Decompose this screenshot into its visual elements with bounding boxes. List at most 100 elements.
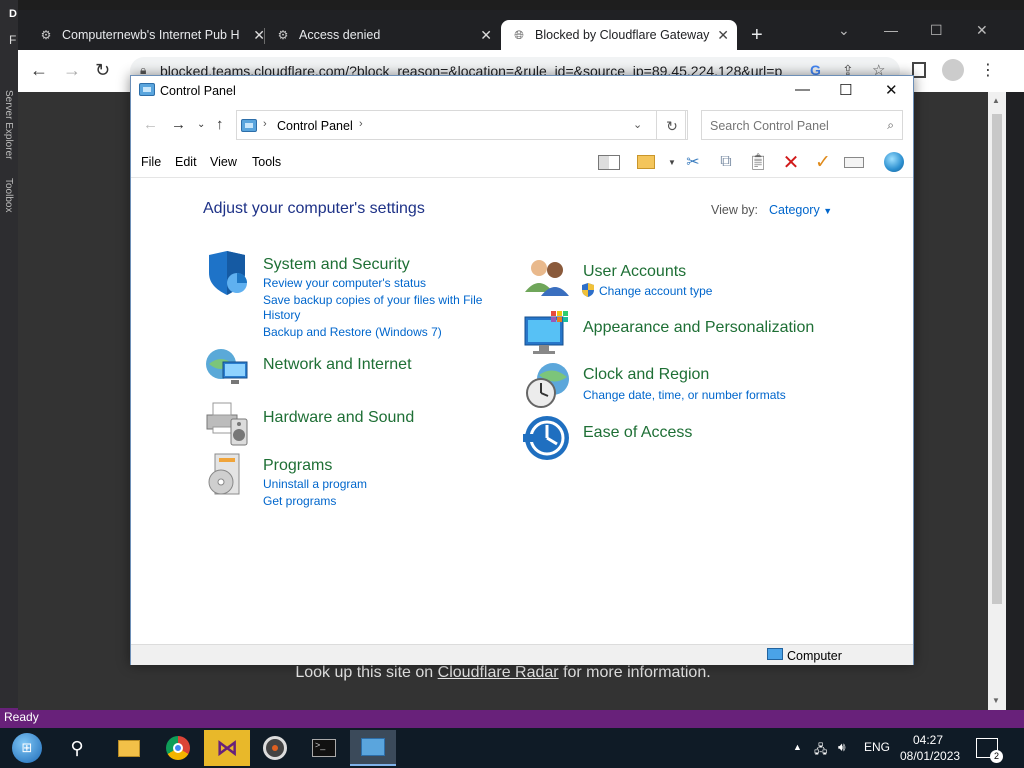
cp-close-icon[interactable]: ✕ bbox=[885, 81, 898, 99]
folder-icon bbox=[118, 739, 140, 757]
cp-maximize-icon[interactable]: ☐ bbox=[839, 81, 852, 99]
rename-icon[interactable] bbox=[842, 150, 866, 174]
notification-center-icon[interactable]: 2 bbox=[976, 738, 1003, 763]
category-title[interactable]: Appearance and Personalization bbox=[583, 319, 814, 337]
menu-tools[interactable]: Tools bbox=[252, 155, 281, 169]
file-history-link[interactable]: Save backup copies of your files with Fi… bbox=[263, 293, 482, 307]
copy-icon[interactable]: ⧉ bbox=[714, 150, 738, 174]
tab-close-icon[interactable]: ✕ bbox=[717, 27, 729, 44]
maximize-icon[interactable]: ☐ bbox=[930, 22, 943, 39]
category-title[interactable]: Clock and Region bbox=[583, 366, 709, 384]
uninstall-program-link[interactable]: Uninstall a program bbox=[263, 477, 367, 491]
category-title[interactable]: Hardware and Sound bbox=[263, 409, 414, 427]
forward-arrow-icon[interactable]: → bbox=[63, 60, 81, 81]
terminal-icon: >_ bbox=[312, 739, 336, 757]
cloudflare-radar-link[interactable]: Cloudflare Radar bbox=[438, 664, 559, 681]
cp-forward-arrow-icon[interactable]: → bbox=[171, 116, 186, 133]
clock-globe-icon[interactable] bbox=[523, 361, 571, 409]
file-explorer-button[interactable] bbox=[106, 730, 152, 766]
change-account-type-link[interactable]: Change account type bbox=[599, 284, 712, 298]
scroll-down-icon[interactable]: ▼ bbox=[992, 696, 1000, 705]
ease-of-access-icon[interactable] bbox=[523, 414, 571, 462]
get-programs-link[interactable]: Get programs bbox=[263, 494, 336, 508]
volume-icon[interactable]: 🔊︎ bbox=[838, 740, 846, 755]
tab-search-chevron-icon[interactable]: ⌄ bbox=[838, 22, 850, 39]
profile-avatar[interactable] bbox=[942, 59, 964, 81]
preview-pane-icon[interactable] bbox=[597, 150, 621, 174]
reload-icon[interactable]: ↻ bbox=[95, 60, 110, 81]
cp-title-bar[interactable]: Control Panel — ☐ ✕ bbox=[131, 76, 913, 105]
ide-menu-file[interactable]: F bbox=[9, 33, 16, 47]
toolbox-tab[interactable]: Toolbox bbox=[3, 178, 14, 212]
properties-check-icon[interactable]: ✓ bbox=[811, 150, 835, 174]
globe-icon: 🌐︎ bbox=[514, 27, 524, 42]
address-dropdown-icon[interactable]: ⌄ bbox=[633, 118, 642, 131]
tab-blocked-cloudflare[interactable]: 🌐︎ Blocked by Cloudflare Gateway ✕ bbox=[501, 20, 737, 50]
start-button[interactable]: ⊞ bbox=[4, 730, 50, 766]
cp-menu-bar: File Edit View Tools ▼ ✂ ⧉ 📋︎ ✕ ✓ bbox=[131, 146, 913, 178]
cp-refresh-icon[interactable]: ↻ bbox=[656, 110, 688, 140]
file-history-link-cont[interactable]: History bbox=[263, 308, 300, 322]
scroll-up-icon[interactable]: ▲ bbox=[992, 96, 1000, 105]
programs-disc-icon[interactable] bbox=[203, 452, 251, 500]
breadcrumb-chevron-icon[interactable]: › bbox=[359, 118, 363, 130]
paste-icon[interactable]: 📋︎ bbox=[746, 150, 770, 174]
terminal-button[interactable]: >_ bbox=[301, 730, 347, 766]
menu-edit[interactable]: Edit bbox=[175, 155, 197, 169]
category-title[interactable]: Ease of Access bbox=[583, 424, 692, 442]
tab-access-denied[interactable]: ⚙ Access denied ✕ bbox=[265, 20, 500, 50]
language-indicator[interactable]: ENG bbox=[864, 740, 890, 754]
recent-locations-chevron-icon[interactable]: ⌄ bbox=[197, 119, 205, 130]
cp-minimize-icon[interactable]: — bbox=[795, 81, 810, 98]
cp-address-bar[interactable]: › Control Panel › ⌄ bbox=[236, 110, 686, 140]
search-icon[interactable]: ⌕ bbox=[887, 118, 894, 133]
media-app-button[interactable] bbox=[252, 730, 298, 766]
view-by-dropdown[interactable]: Category ▼ bbox=[769, 203, 832, 217]
ide-logo-glyph: D bbox=[9, 8, 17, 20]
breadcrumb-chevron-icon[interactable]: › bbox=[263, 118, 267, 130]
network-globe-icon[interactable] bbox=[203, 344, 251, 392]
menu-file[interactable]: File bbox=[141, 155, 161, 169]
back-arrow-icon[interactable]: ← bbox=[30, 60, 48, 81]
tab-computernewb[interactable]: ⚙ Computernewb's Internet Pub H ✕ bbox=[28, 20, 273, 50]
backup-restore-link[interactable]: Backup and Restore (Windows 7) bbox=[263, 325, 442, 339]
uac-shield-icon bbox=[581, 283, 595, 297]
folder-icon[interactable] bbox=[634, 150, 658, 174]
shield-icon[interactable] bbox=[203, 249, 251, 297]
category-title[interactable]: System and Security bbox=[263, 256, 410, 274]
category-title[interactable]: Programs bbox=[263, 457, 332, 475]
search-icon[interactable]: ⚲ bbox=[54, 730, 100, 766]
delete-icon[interactable]: ✕ bbox=[779, 150, 803, 174]
change-date-time-link[interactable]: Change date, time, or number formats bbox=[583, 388, 786, 402]
review-status-link[interactable]: Review your computer's status bbox=[263, 276, 426, 290]
network-icon[interactable]: 🖧︎ bbox=[814, 740, 827, 761]
breadcrumb[interactable]: Control Panel bbox=[277, 119, 353, 133]
more-menu-icon[interactable]: ⋮ bbox=[980, 60, 996, 80]
menu-view[interactable]: View bbox=[210, 155, 237, 169]
cp-up-arrow-icon[interactable]: ↑ bbox=[216, 116, 224, 133]
clock[interactable]: 04:27 08/01/2023 bbox=[900, 732, 960, 764]
users-icon[interactable] bbox=[523, 252, 571, 300]
category-title[interactable]: User Accounts bbox=[583, 263, 686, 281]
cp-search-box[interactable]: ⌕ bbox=[701, 110, 903, 140]
server-explorer-tab[interactable]: Server Explorer bbox=[3, 90, 14, 159]
cp-back-arrow-icon[interactable]: ← bbox=[143, 116, 158, 133]
new-tab-button[interactable]: + bbox=[751, 24, 763, 47]
minimize-icon[interactable]: — bbox=[884, 22, 898, 38]
category-title[interactable]: Network and Internet bbox=[263, 356, 412, 374]
cut-icon[interactable]: ✂ bbox=[681, 150, 705, 174]
side-panel-icon[interactable] bbox=[912, 62, 926, 78]
cp-search-input[interactable] bbox=[710, 119, 875, 133]
page-scrollbar[interactable]: ▲ ▼ bbox=[988, 92, 1006, 710]
control-panel-taskbar-button[interactable] bbox=[350, 730, 396, 766]
scroll-thumb[interactable] bbox=[992, 114, 1002, 604]
control-panel-icon bbox=[241, 119, 257, 132]
visual-studio-button[interactable]: ⋈ bbox=[204, 730, 250, 766]
monitor-palette-icon[interactable] bbox=[523, 309, 571, 357]
printer-speaker-icon[interactable] bbox=[203, 399, 251, 447]
internet-globe-icon[interactable] bbox=[882, 150, 906, 174]
chrome-button[interactable] bbox=[155, 730, 201, 766]
close-icon[interactable]: ✕ bbox=[976, 22, 988, 39]
tab-close-icon[interactable]: ✕ bbox=[480, 27, 492, 44]
tray-overflow-chevron-icon[interactable]: ▲ bbox=[793, 742, 802, 752]
